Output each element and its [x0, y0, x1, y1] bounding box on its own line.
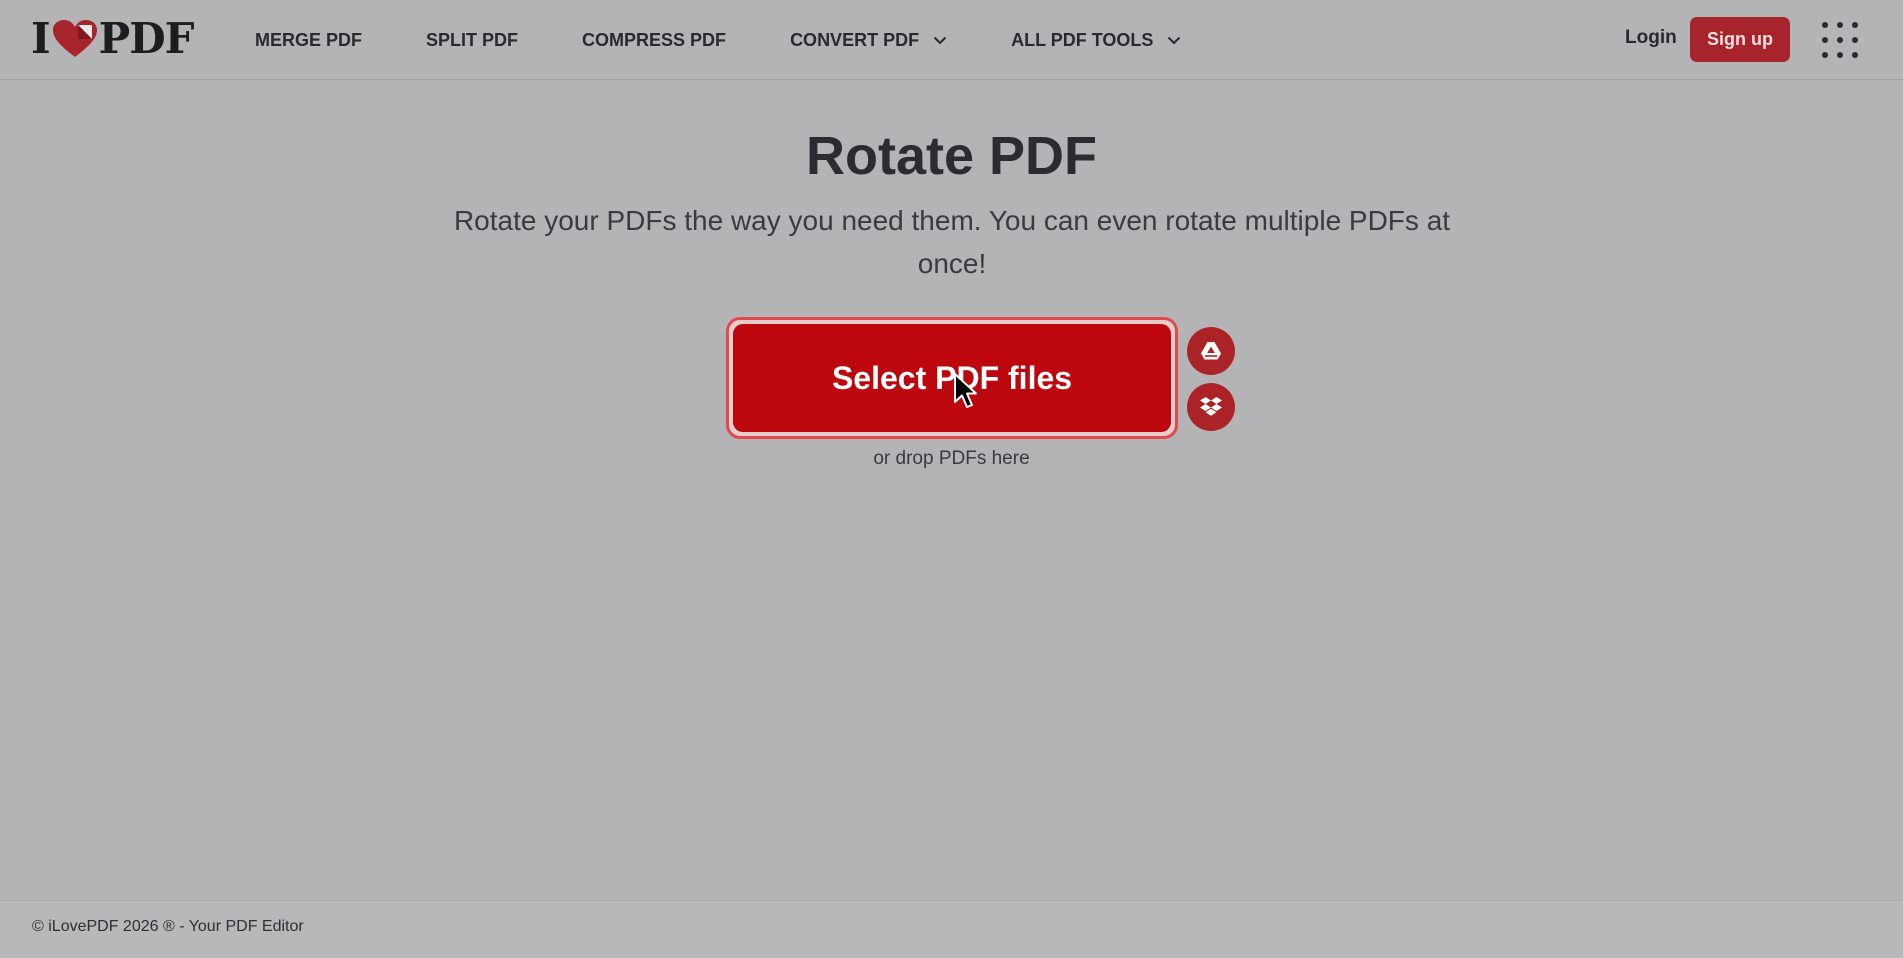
grid-dot: [1837, 37, 1843, 43]
dropbox-icon: [1200, 397, 1222, 416]
select-files-focus-ring: Select PDF files: [726, 317, 1178, 439]
nav-merge-pdf[interactable]: MERGE PDF: [255, 30, 362, 51]
dropbox-button[interactable]: [1187, 383, 1235, 431]
select-pdf-files-button[interactable]: Select PDF files: [733, 324, 1171, 432]
google-drive-button[interactable]: [1187, 327, 1235, 375]
nav-split-pdf[interactable]: SPLIT PDF: [426, 30, 518, 51]
grid-dot: [1852, 37, 1858, 43]
top-header: I PDF MERGE PDF SPLIT PDF COMPRESS PDF C…: [0, 0, 1903, 80]
nav-merge-pdf-label: MERGE PDF: [255, 29, 363, 50]
grid-dot: [1852, 22, 1858, 28]
page-subtitle: Rotate your PDFs the way you need them. …: [453, 205, 1451, 279]
nav-compress-pdf-label: COMPRESS PDF: [582, 29, 727, 50]
nav-convert-pdf-label: CONVERT PDF: [790, 29, 920, 50]
logo-letter-i: I: [31, 14, 51, 63]
chevron-down-icon: [933, 36, 947, 44]
nav-split-pdf-label: SPLIT PDF: [426, 29, 519, 50]
page-footer: © iLovePDF 2026 ® - Your PDF Editor: [0, 900, 1903, 958]
page-title: Rotate PDF: [805, 126, 1097, 186]
grid-dot: [1852, 52, 1858, 58]
grid-dot: [1837, 22, 1843, 28]
heart-logo-icon: [52, 20, 97, 57]
apps-grid-icon[interactable]: [1822, 22, 1858, 58]
grid-dot: [1837, 52, 1843, 58]
nav-convert-pdf[interactable]: CONVERT PDF: [790, 30, 947, 51]
logo-text-pdf: PDF: [98, 14, 195, 63]
ilovepdf-logo[interactable]: I PDF: [31, 14, 195, 63]
nav-all-pdf-tools[interactable]: ALL PDF TOOLS: [1011, 30, 1181, 51]
grid-dot: [1822, 37, 1828, 43]
nav-compress-pdf[interactable]: COMPRESS PDF: [582, 30, 726, 51]
google-drive-icon: [1201, 342, 1221, 360]
grid-dot: [1822, 22, 1828, 28]
nav-all-pdf-tools-label: ALL PDF TOOLS: [1011, 29, 1154, 50]
login-link[interactable]: Login: [1625, 27, 1677, 49]
drop-hint-text: or drop PDFs here: [873, 448, 1030, 469]
grid-dot: [1822, 52, 1828, 58]
main-nav: MERGE PDF SPLIT PDF COMPRESS PDF CONVERT…: [255, 0, 1245, 80]
footer-copyright: © iLovePDF 2026 ® - Your PDF Editor: [32, 918, 304, 935]
signup-button[interactable]: Sign up: [1690, 17, 1790, 62]
chevron-down-icon: [1168, 36, 1181, 44]
